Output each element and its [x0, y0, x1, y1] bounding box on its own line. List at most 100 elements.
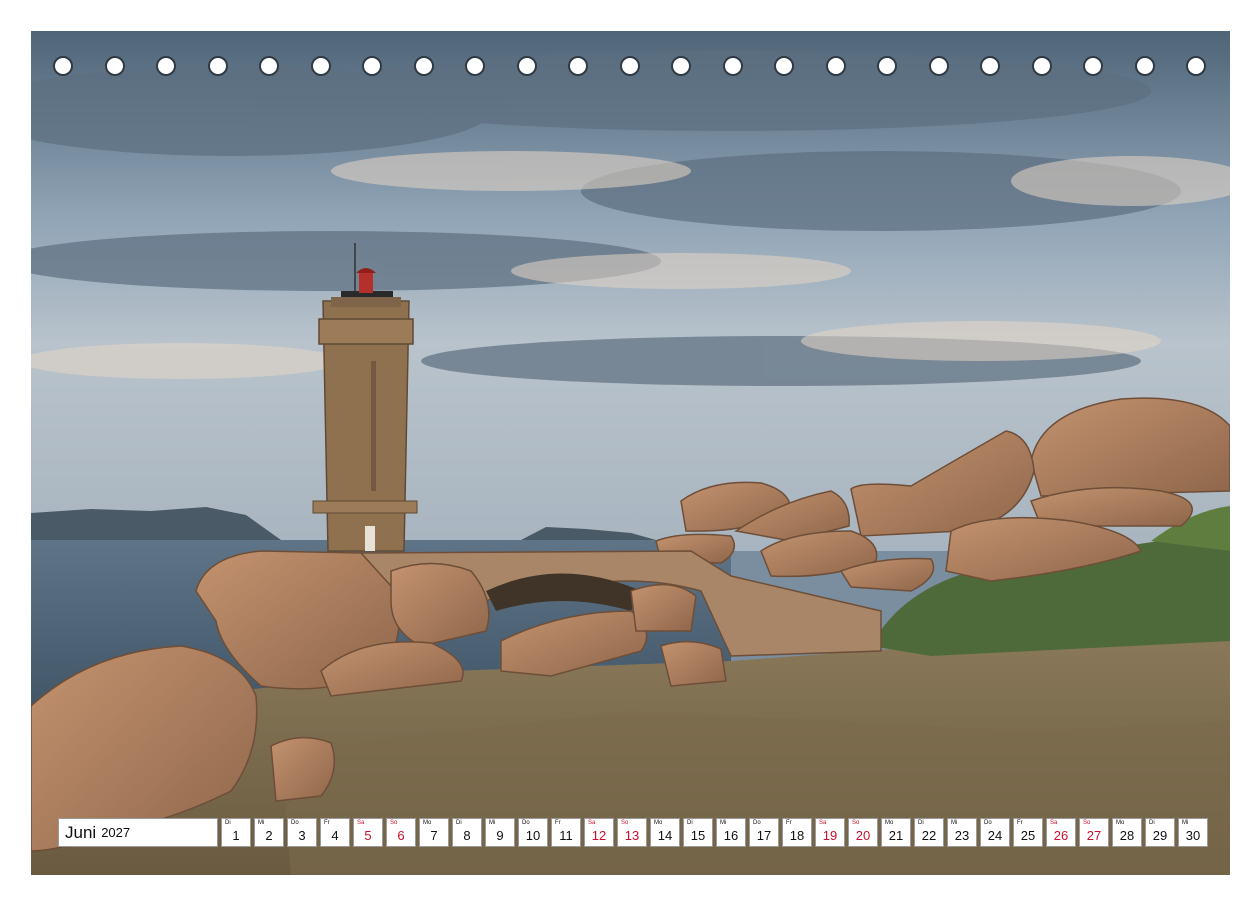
lighthouse-landscape-image: [31, 31, 1230, 875]
weekday-abbrev: Mo: [423, 820, 432, 826]
day-number: 16: [723, 828, 739, 843]
weekday-abbrev: Mo: [885, 820, 894, 826]
calendar-strip: Juni 2027 Di 1 Mi 2 Do 3 Fr 4 Sa 5 So 6 Mo 7 Di 8 Mi 9 Do 1…: [58, 818, 1208, 847]
binding-hole: [413, 56, 434, 76]
weekday-abbrev: Fr: [555, 820, 561, 826]
day-cell: Di 15: [683, 818, 713, 847]
day-cell: So 20: [848, 818, 878, 847]
weekday-abbrev: Sa: [357, 820, 365, 826]
binding-hole: [1031, 56, 1052, 76]
day-cell: Sa 5: [353, 818, 383, 847]
weekday-abbrev: Mo: [1116, 820, 1125, 826]
day-cell: Di 8: [452, 818, 482, 847]
day-number: 2: [265, 828, 273, 843]
day-number: 27: [1086, 828, 1102, 843]
day-cell: Di 1: [221, 818, 251, 847]
day-cell: So 6: [386, 818, 416, 847]
day-cell: Di 22: [914, 818, 944, 847]
weekday-abbrev: Sa: [588, 820, 596, 826]
day-cell: Mi 2: [254, 818, 284, 847]
binding-hole: [774, 56, 794, 76]
day-cell: Mi 16: [716, 818, 746, 847]
day-number: 9: [496, 828, 504, 843]
day-number: 14: [657, 828, 673, 843]
weekday-abbrev: So: [1083, 820, 1091, 826]
weekday-abbrev: Di: [225, 820, 231, 826]
weekday-abbrev: Fr: [1017, 820, 1023, 826]
binding-hole: [1134, 56, 1155, 76]
day-cell: Mo 14: [650, 818, 680, 847]
calendar-photo: [31, 31, 1230, 875]
day-cell: Mi 23: [947, 818, 977, 847]
day-cell: Sa 26: [1046, 818, 1076, 847]
weekday-abbrev: Di: [1149, 820, 1155, 826]
binding-hole: [104, 56, 125, 76]
day-cells: Di 1 Mi 2 Do 3 Fr 4 Sa 5 So 6 Mo 7 Di 8 Mi 9 Do 10 Fr 11 Sa 12 S…: [221, 818, 1208, 847]
weekday-abbrev: So: [621, 820, 629, 826]
day-number: 8: [463, 828, 471, 843]
day-number: 25: [1020, 828, 1036, 843]
year: 2027: [101, 825, 131, 840]
day-number: 7: [430, 828, 438, 843]
day-number: 4: [331, 828, 339, 843]
weekday-abbrev: Do: [984, 820, 992, 826]
day-number: 23: [954, 828, 970, 843]
weekday-abbrev: Sa: [1050, 820, 1058, 826]
day-number: 13: [624, 828, 640, 843]
day-number: 10: [525, 828, 541, 843]
day-cell: Fr 4: [320, 818, 350, 847]
binding-hole: [310, 56, 331, 76]
weekday-abbrev: Do: [522, 820, 530, 826]
day-cell: Mo 28: [1112, 818, 1142, 847]
weekday-abbrev: So: [852, 820, 860, 826]
day-cell: Fr 11: [551, 818, 581, 847]
day-cell: So 13: [617, 818, 647, 847]
month-name: Juni: [65, 822, 97, 842]
day-number: 3: [298, 828, 306, 843]
day-cell: Do 17: [749, 818, 779, 847]
binding-hole: [877, 56, 897, 76]
weekday-abbrev: Mi: [720, 820, 727, 826]
weekday-abbrev: Do: [291, 820, 299, 826]
day-number: 11: [559, 828, 573, 843]
binding-hole: [671, 56, 691, 76]
binding-hole: [465, 56, 485, 76]
day-number: 1: [232, 828, 240, 843]
weekday-abbrev: So: [390, 820, 398, 826]
day-number: 29: [1152, 828, 1168, 843]
weekday-abbrev: Mi: [258, 820, 265, 826]
weekday-abbrev: Do: [753, 820, 761, 826]
day-number: 18: [789, 828, 805, 843]
binding-hole: [825, 56, 846, 76]
weekday-abbrev: Mi: [489, 820, 496, 826]
day-cell: Di 29: [1145, 818, 1175, 847]
day-number: 17: [756, 828, 772, 843]
day-cell: Sa 19: [815, 818, 845, 847]
day-cell: Mo 7: [419, 818, 449, 847]
binding-hole: [1186, 56, 1206, 76]
weekday-abbrev: Fr: [786, 820, 792, 826]
day-number: 19: [822, 828, 838, 843]
weekday-abbrev: Di: [687, 820, 693, 826]
day-number: 5: [364, 828, 372, 843]
month-label-box: Juni 2027: [58, 818, 218, 847]
day-cell: Mo 21: [881, 818, 911, 847]
day-cell: Mi 30: [1178, 818, 1208, 847]
weekday-abbrev: Mo: [654, 820, 663, 826]
weekday-abbrev: Fr: [324, 820, 330, 826]
day-cell: Mi 9: [485, 818, 515, 847]
binding-hole: [722, 56, 743, 76]
binding-hole: [53, 56, 73, 76]
day-cell: So 27: [1079, 818, 1109, 847]
day-number: 20: [855, 828, 871, 843]
day-cell: Do 10: [518, 818, 548, 847]
weekday-abbrev: Di: [456, 820, 462, 826]
weekday-abbrev: Mi: [1182, 820, 1189, 826]
day-cell: Do 24: [980, 818, 1010, 847]
day-number: 6: [397, 828, 405, 843]
day-cell: Fr 25: [1013, 818, 1043, 847]
day-number: 28: [1119, 828, 1135, 843]
day-number: 22: [921, 828, 937, 843]
day-number: 21: [888, 828, 904, 843]
day-cell: Fr 18: [782, 818, 812, 847]
